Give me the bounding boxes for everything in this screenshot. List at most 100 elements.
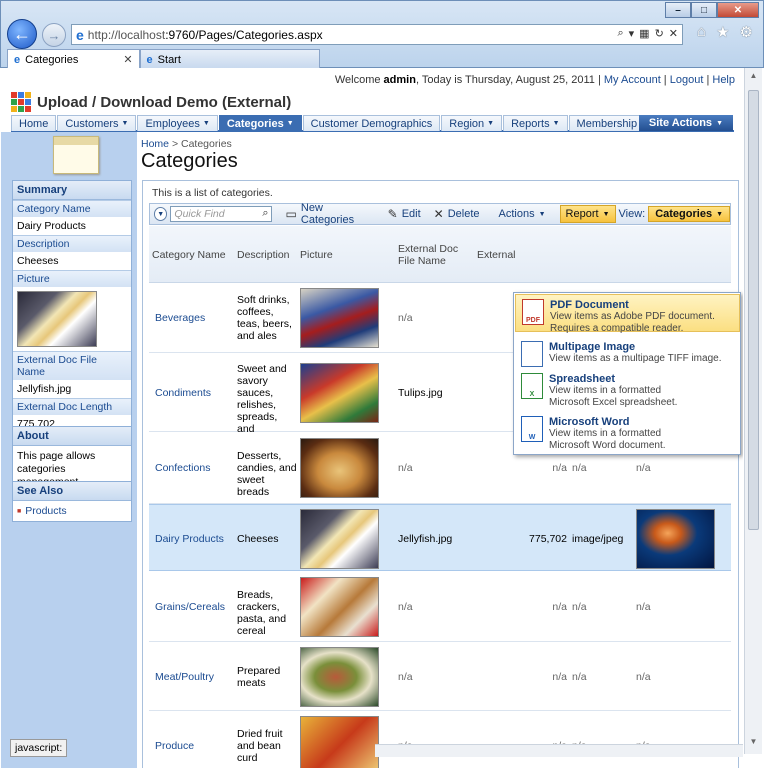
table-row[interactable]: Meat/Poultry Prepared meats n/a n/a n/a n/a xyxy=(149,642,731,711)
menu-membership[interactable]: Membership xyxy=(568,115,646,131)
close-tab-icon[interactable]: ✕ xyxy=(123,53,132,66)
forward-button[interactable]: → xyxy=(42,23,66,47)
help-link[interactable]: Help xyxy=(712,74,735,86)
table-row[interactable]: Grains/Cereals Breads, crackers, pasta, a… xyxy=(149,571,731,642)
report-menu: PDF PDF Document View items as Adobe PDF d… xyxy=(513,292,741,455)
my-account-link[interactable]: My Account xyxy=(604,74,661,86)
menu-categories[interactable]: Categories ▼ xyxy=(218,115,302,131)
site-actions-label: Site Actions xyxy=(648,117,713,129)
report-label: Report xyxy=(565,208,599,220)
dropdown-arrow-icon: ▼ xyxy=(286,120,294,127)
maximize-button[interactable]: □ xyxy=(691,2,717,18)
scroll-down-icon[interactable]: ▼ xyxy=(747,737,760,751)
cell-description: Cheeses xyxy=(237,532,279,545)
cell-picture[interactable] xyxy=(300,362,379,423)
cell-picture[interactable] xyxy=(300,716,379,768)
cell-ext-doc-file-name: n/a xyxy=(398,670,413,683)
cell-category-name[interactable]: Condiments xyxy=(155,387,233,399)
menu-customer-demographics[interactable]: Customer Demographics xyxy=(302,115,441,131)
menu-region[interactable]: Region ▼ xyxy=(441,115,503,131)
cell-picture[interactable] xyxy=(300,646,379,707)
close-window-button[interactable]: ✕ xyxy=(717,2,759,18)
dropdown-arrow-icon: ▼ xyxy=(716,210,723,218)
new-categories-button[interactable]: ▭ New Categories xyxy=(281,202,380,226)
view-select[interactable]: Categories ▼ xyxy=(648,206,730,222)
cell-external-doc: n/a xyxy=(636,670,651,683)
edit-button[interactable]: ✎ Edit xyxy=(383,205,426,223)
column-description[interactable]: Description xyxy=(237,249,290,261)
cell-picture[interactable] xyxy=(300,438,379,498)
tab-start[interactable]: e Start xyxy=(139,49,320,69)
scroll-thumb[interactable] xyxy=(748,90,759,530)
cell-external-doc-preview[interactable] xyxy=(636,508,715,569)
url-text: http://localhost:9760/Pages/Categories.a… xyxy=(88,28,323,42)
table-row[interactable]: ProduceDried fruit and bean curdn/an/an/… xyxy=(149,711,731,768)
report-menu-item[interactable]: W Microsoft Word View items in a formatted… xyxy=(515,412,740,451)
new-label: New Categories xyxy=(300,202,355,226)
cell-category-name[interactable]: Confections xyxy=(155,462,233,474)
browser-chrome: – □ ✕ ← → e http://localhost:9760/Pages/… xyxy=(0,0,764,69)
menu-customers[interactable]: Customers ▼ xyxy=(57,115,137,131)
scroll-up-icon[interactable]: ▲ xyxy=(747,71,760,85)
menu-reports[interactable]: Reports ▼ xyxy=(503,115,568,131)
logout-link[interactable]: Logout xyxy=(670,74,704,86)
delete-button[interactable]: ✕ Delete xyxy=(429,205,485,223)
column-category-name[interactable]: Category Name xyxy=(152,249,226,261)
column-picture[interactable]: Picture xyxy=(300,249,333,261)
settings-gear-icon[interactable]: ⚙ xyxy=(740,23,753,41)
cell-category-name[interactable]: Dairy Products xyxy=(155,533,233,545)
view-selector-chevron-icon[interactable]: ▼ xyxy=(154,207,168,221)
cell-picture[interactable] xyxy=(300,288,379,348)
cell-category-name[interactable]: Beverages xyxy=(155,312,233,324)
report-button[interactable]: Report ▼ xyxy=(559,205,616,223)
address-bar[interactable]: e http://localhost:9760/Pages/Categories… xyxy=(71,24,683,45)
minimize-button[interactable]: – xyxy=(665,2,691,18)
url-path: :9760/Pages/Categories.aspx xyxy=(165,27,323,42)
back-button[interactable]: ← xyxy=(7,19,37,49)
report-menu-item[interactable]: X Spreadsheet View items in a formatted Mic… xyxy=(515,369,740,408)
compat-icon[interactable]: ▦ xyxy=(639,27,649,40)
dropdown-arrow-icon: ▼ xyxy=(487,120,495,127)
horizontal-scrollbar[interactable] xyxy=(375,744,743,757)
report-menu-item-desc1: View items as Adobe PDF document. xyxy=(550,311,715,322)
tab-categories[interactable]: e Categories ✕ xyxy=(7,49,140,69)
menu-label: Customer Demographics xyxy=(310,117,433,130)
report-menu-item[interactable]: PDF PDF Document View items as Adobe PDF d… xyxy=(515,294,740,334)
actions-button[interactable]: Actions ▼ xyxy=(494,205,551,223)
stop-icon[interactable]: ✕ xyxy=(669,27,678,40)
cell-category-name[interactable]: Produce xyxy=(155,740,233,752)
summary-picture[interactable] xyxy=(17,291,97,347)
cell-ext-doc-file-name: Jellyfish.jpg xyxy=(398,532,453,545)
breadcrumb-current: Categories xyxy=(181,138,232,150)
home-icon[interactable]: ⌂ xyxy=(697,23,706,41)
dropdown-arrow-icon: ▼ xyxy=(552,120,560,127)
column-external[interactable]: External xyxy=(477,249,516,261)
refresh-icon[interactable]: ↻ xyxy=(655,27,664,40)
column-ext-doc-file-name[interactable]: External Doc File Name xyxy=(398,243,462,267)
menu-label: Categories xyxy=(226,117,284,130)
image-icon xyxy=(521,341,543,367)
chevron-down-icon[interactable]: ▾ xyxy=(629,27,635,40)
table-row[interactable]: Dairy Products Cheeses Jellyfish.jpg 775,70… xyxy=(149,504,731,571)
cell-category-name[interactable]: Meat/Poultry xyxy=(155,671,233,683)
see-also-products-link[interactable]: Products xyxy=(13,501,131,521)
search-icon[interactable]: ⌕ xyxy=(262,207,268,220)
about-title: About xyxy=(13,427,131,446)
view-label: View: xyxy=(618,208,646,220)
menu-home[interactable]: Home xyxy=(11,115,57,131)
url-host: http://localhost xyxy=(87,27,166,42)
favorites-icon[interactable]: ★ xyxy=(716,23,729,41)
cell-picture[interactable] xyxy=(300,576,379,637)
app-title-text: Upload / Download Demo (External) xyxy=(37,93,292,111)
menu-employees[interactable]: Employees ▼ xyxy=(137,115,218,131)
cell-category-name[interactable]: Grains/Cereals xyxy=(155,601,233,613)
cell-ext-doc-length: n/a xyxy=(552,670,567,683)
cell-picture[interactable] xyxy=(300,508,379,569)
vertical-scrollbar[interactable]: ▲ ▼ xyxy=(744,68,762,754)
summary-panel: Summary Category Name Dairy Products Des… xyxy=(12,180,132,434)
quick-find-input[interactable]: Quick Find ⌕ xyxy=(170,206,272,222)
breadcrumb-home-link[interactable]: Home xyxy=(141,138,169,150)
search-icon[interactable]: ⌕ xyxy=(617,27,623,40)
site-actions-button[interactable]: Site Actions ▼ xyxy=(638,115,733,131)
summary-value-ext-doc-file-name: Jellyfish.jpg xyxy=(17,383,72,395)
